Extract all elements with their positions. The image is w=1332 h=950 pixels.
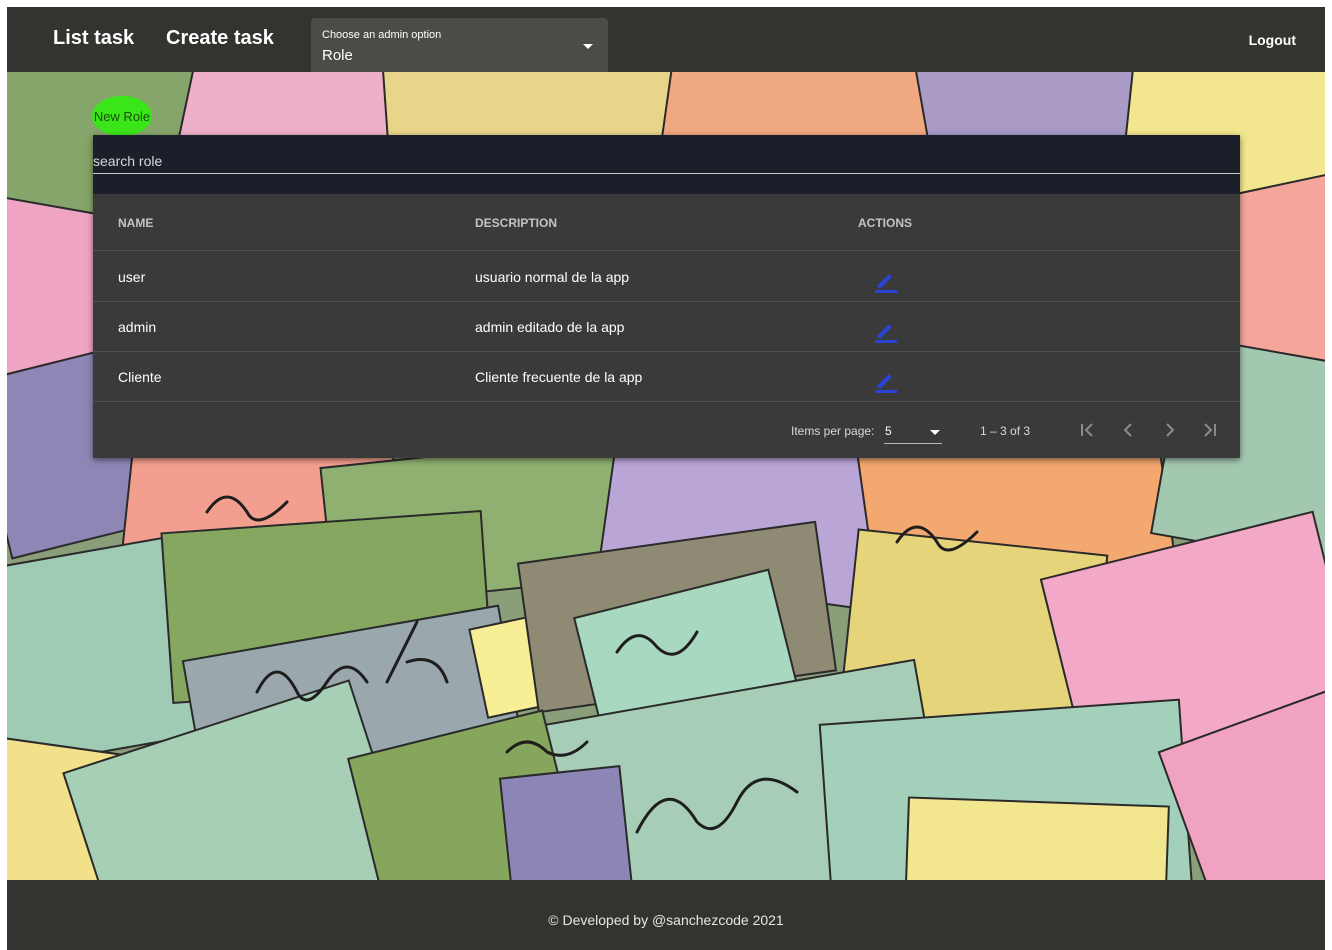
nav-list-task-link[interactable]: List task	[53, 27, 134, 50]
footer: © Developed by @sanchezcode 2021	[7, 880, 1325, 950]
table-header: NAME DESCRIPTION ACTIONS	[93, 194, 1240, 251]
table-row: admin admin editado de la app	[93, 302, 1240, 352]
row-description: admin editado de la app	[475, 319, 625, 335]
first-page-icon[interactable]	[1072, 415, 1102, 445]
edit-icon[interactable]	[872, 266, 900, 294]
row-name: Cliente	[118, 369, 162, 385]
edit-icon[interactable]	[872, 316, 900, 344]
admin-option-value: Role	[322, 47, 353, 64]
table-row: user usuario normal de la app	[93, 252, 1240, 302]
items-per-page-label: Items per page:	[791, 424, 875, 438]
last-page-icon[interactable]	[1195, 415, 1225, 445]
items-per-page-select[interactable]: 5	[884, 418, 942, 444]
next-page-icon[interactable]	[1155, 415, 1185, 445]
nav-create-task-link[interactable]: Create task	[166, 27, 274, 50]
search-bar	[93, 135, 1240, 194]
admin-option-select[interactable]: Choose an admin option Role	[311, 18, 608, 74]
column-header-name[interactable]: NAME	[118, 216, 153, 230]
column-header-description[interactable]: DESCRIPTION	[475, 216, 557, 230]
app-frame: List task Create task Choose an admin op…	[7, 7, 1325, 950]
paginator: Items per page: 5 1 – 3 of 3	[93, 401, 1240, 458]
dropdown-arrow-icon	[930, 430, 940, 435]
row-description: usuario normal de la app	[475, 269, 630, 285]
previous-page-icon[interactable]	[1113, 415, 1143, 445]
row-name: admin	[118, 319, 157, 335]
admin-option-label: Choose an admin option	[322, 29, 442, 41]
items-per-page-value: 5	[885, 424, 892, 438]
search-role-input[interactable]	[93, 135, 1240, 174]
row-description: Cliente frecuente de la app	[475, 369, 643, 385]
logout-button[interactable]: Logout	[1249, 32, 1296, 48]
roles-table-card: NAME DESCRIPTION ACTIONS user usuario no…	[93, 135, 1240, 458]
row-name: user	[118, 269, 146, 285]
page-range-label: 1 – 3 of 3	[980, 424, 1031, 438]
footer-credit-text: © Developed by @sanchezcode 2021	[548, 912, 784, 928]
column-header-actions: ACTIONS	[858, 216, 912, 230]
top-toolbar: List task Create task Choose an admin op…	[7, 7, 1325, 74]
edit-icon[interactable]	[872, 366, 900, 394]
new-role-button[interactable]: New Role	[92, 96, 152, 136]
dropdown-arrow-icon	[583, 44, 593, 49]
table-row: Cliente Cliente frecuente de la app	[93, 352, 1240, 402]
